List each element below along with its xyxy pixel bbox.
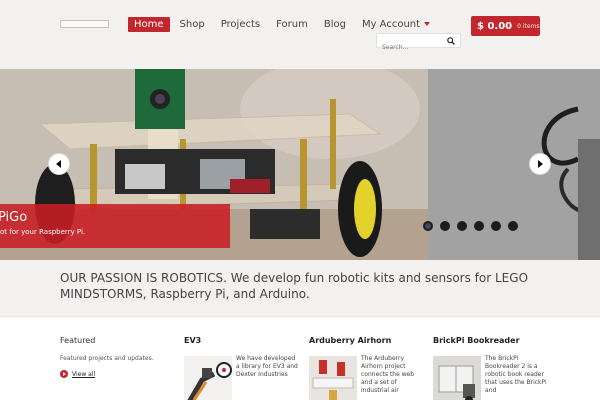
nav-shop[interactable]: Shop xyxy=(174,17,211,32)
nav-my-account[interactable]: My Account xyxy=(356,17,436,32)
card-thumbnail[interactable] xyxy=(433,356,481,400)
card-excerpt: The BrickPi Bookreader 2 is a robotic bo… xyxy=(485,355,547,394)
search-input[interactable] xyxy=(377,41,445,54)
slider-dot-5[interactable] xyxy=(491,221,501,231)
airhorn-thumbnail-image xyxy=(309,356,357,400)
slider-dot-2[interactable] xyxy=(440,221,450,231)
featured-block: Featured Featured projects and updates. … xyxy=(60,336,165,378)
slider-next-button[interactable] xyxy=(529,153,551,175)
chevron-down-icon xyxy=(424,22,431,26)
card-arduberry-airhorn[interactable]: Arduberry Airhorn The Arduberry Airhorn … xyxy=(309,336,419,400)
slider-pagination xyxy=(423,221,525,231)
view-all-link[interactable]: View all xyxy=(60,370,165,378)
view-all-label: View all xyxy=(72,370,96,378)
slider-dot-4[interactable] xyxy=(474,221,484,231)
nav-projects[interactable]: Projects xyxy=(215,17,266,32)
cart-button[interactable]: $ 0.00 0 items xyxy=(471,16,540,36)
hero-slider[interactable]: PiGo ot for your Raspberry Pi. xyxy=(0,69,600,260)
cart-item-count: 0 items xyxy=(517,22,540,30)
slide-caption-title: PiGo xyxy=(0,210,28,225)
card-brickpi-bookreader[interactable]: BrickPi Bookreader The BrickPi Bookreade… xyxy=(433,336,547,400)
card-thumbnail[interactable] xyxy=(184,356,232,400)
card-ev3[interactable]: EV3 We have developed a library for EV3 … xyxy=(184,336,298,400)
robot-side-illustration xyxy=(428,69,600,260)
card-title[interactable]: BrickPi Bookreader xyxy=(433,336,543,345)
slider-dot-1[interactable] xyxy=(423,221,433,231)
featured-description: Featured projects and updates. xyxy=(60,355,154,362)
main-nav: Home Shop Projects Forum Blog My Account xyxy=(128,17,440,32)
featured-title: Featured xyxy=(60,336,96,345)
nav-forum[interactable]: Forum xyxy=(270,17,314,32)
bookreader-thumbnail-image xyxy=(433,356,481,400)
slide-caption: PiGo ot for your Raspberry Pi. xyxy=(0,204,230,248)
search-box xyxy=(376,33,461,54)
nav-home[interactable]: Home xyxy=(128,17,170,32)
chevron-left-icon xyxy=(56,160,61,168)
card-title[interactable]: Arduberry Airhorn xyxy=(309,336,419,345)
chevron-right-icon xyxy=(538,160,543,168)
slide-caption-subtitle: ot for your Raspberry Pi. xyxy=(0,228,86,236)
card-title[interactable]: EV3 xyxy=(184,336,294,345)
slide-image-next xyxy=(428,69,600,260)
nav-blog[interactable]: Blog xyxy=(318,17,352,32)
nav-my-account-label: My Account xyxy=(361,19,421,30)
chevron-right-icon xyxy=(60,370,68,378)
site-header: Home Shop Projects Forum Blog My Account… xyxy=(0,0,600,69)
ev3-thumbnail-image xyxy=(184,356,232,400)
slider-prev-button[interactable] xyxy=(48,153,70,175)
site-logo[interactable] xyxy=(60,20,109,28)
featured-section: Featured Featured projects and updates. … xyxy=(0,316,600,400)
search-icon[interactable] xyxy=(447,37,455,45)
tagline: OUR PASSION IS ROBOTICS. We develop fun … xyxy=(60,271,529,301)
slider-dot-3[interactable] xyxy=(457,221,467,231)
cart-amount: $ 0.00 xyxy=(477,20,513,32)
card-excerpt: We have developed a library for EV3 and … xyxy=(236,355,298,378)
slider-dot-6[interactable] xyxy=(508,221,518,231)
card-excerpt: The Arduberry Airhorn project connects t… xyxy=(361,355,415,394)
card-thumbnail[interactable] xyxy=(309,356,357,400)
